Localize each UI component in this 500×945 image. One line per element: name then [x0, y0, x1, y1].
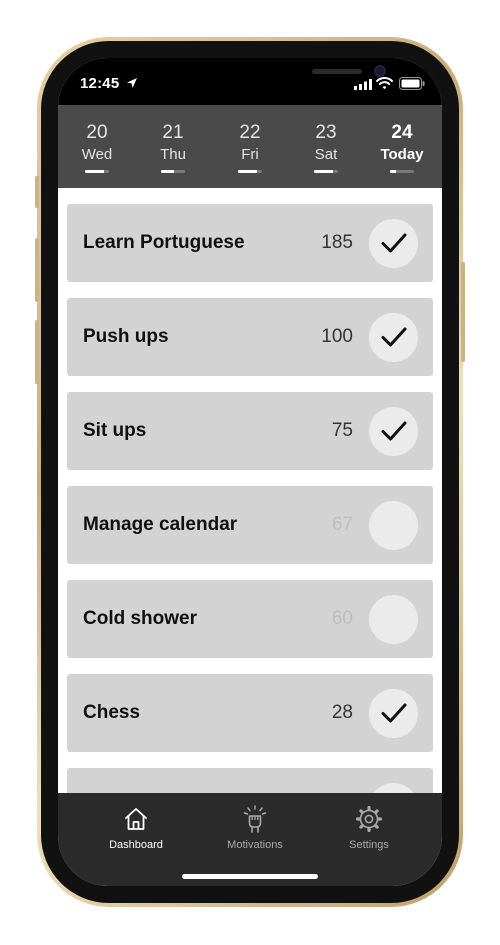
checkmark-icon: [381, 703, 407, 723]
habit-count: 100: [321, 326, 353, 347]
home-indicator[interactable]: [182, 874, 318, 879]
day-number: 22: [239, 122, 261, 143]
tab-label: Settings: [349, 839, 389, 851]
day-progress-bar: [238, 170, 262, 173]
status-time: 12:45: [80, 75, 120, 92]
home-icon: [125, 808, 147, 830]
tab-label: Dashboard: [109, 839, 163, 851]
habit-count: 60: [331, 608, 353, 629]
day-number: 23: [315, 122, 337, 143]
day-progress-fill: [238, 170, 258, 173]
habit-check-button[interactable]: [369, 219, 418, 268]
day-thu[interactable]: 21 Thu: [143, 122, 203, 178]
day-number: 21: [162, 122, 184, 143]
power-button: [461, 262, 465, 362]
tab-dashboard[interactable]: Dashboard: [81, 805, 191, 865]
gear-icon: [355, 805, 383, 833]
habit-name: Chess: [83, 702, 141, 723]
tab-bar: Dashboard Motivations Settings: [58, 793, 442, 886]
tab-label: Motivations: [227, 839, 283, 851]
day-progress-bar: [390, 170, 414, 173]
tab-motivations[interactable]: Motivations: [200, 805, 310, 865]
habit-row[interactable]: Sit ups 75: [67, 392, 433, 470]
habit-count: 67: [331, 514, 353, 535]
day-number: 20: [86, 122, 108, 143]
day-label: Sat: [314, 146, 338, 163]
day-progress-fill: [161, 170, 175, 173]
day-label: Today: [380, 146, 424, 163]
habit-name: Learn Portuguese: [83, 232, 245, 253]
habit-row[interactable]: Learn Portuguese 185: [67, 204, 433, 282]
habit-check-button[interactable]: [369, 595, 418, 644]
day-label: Thu: [160, 146, 186, 163]
day-today[interactable]: 24 Today: [372, 122, 432, 178]
day-progress-fill: [314, 170, 334, 173]
habit-name: Manage calendar: [83, 514, 238, 535]
day-progress-bar: [85, 170, 109, 173]
battery-icon: [399, 77, 425, 90]
habit-row-partial[interactable]: [67, 768, 433, 793]
volume-down-button: [35, 320, 39, 384]
day-number: 24: [391, 122, 413, 143]
speaker: [312, 69, 362, 74]
tab-settings[interactable]: Settings: [314, 805, 424, 865]
habit-check-button[interactable]: [369, 313, 418, 362]
day-selector: 20 Wed 21 Thu 22 Fri 23 Sat 24 Today: [58, 122, 442, 182]
day-wed[interactable]: 20 Wed: [67, 122, 127, 178]
habit-check-button[interactable]: [369, 407, 418, 456]
habit-name: Cold shower: [83, 608, 198, 629]
raised-fist-icon: [243, 805, 267, 833]
mute-switch: [35, 176, 39, 208]
habit-check-button[interactable]: [369, 501, 418, 550]
location-arrow-icon: [127, 78, 137, 88]
habit-name: Push ups: [83, 326, 169, 347]
habit-count: 28: [331, 702, 353, 723]
day-fri[interactable]: 22 Fri: [220, 122, 280, 178]
habit-count: 75: [331, 420, 353, 441]
habit-count: 185: [321, 232, 353, 253]
habit-list[interactable]: Learn Portuguese 185 Push ups 100 Sit up…: [58, 188, 442, 793]
habit-check-button[interactable]: [369, 689, 418, 738]
day-progress-fill: [85, 170, 105, 173]
habit-name: Sit ups: [83, 420, 147, 441]
day-progress-bar: [314, 170, 338, 173]
signal-icon: [354, 79, 372, 90]
checkmark-icon: [381, 233, 407, 253]
day-label: Wed: [81, 146, 113, 163]
checkmark-icon: [381, 421, 407, 441]
habit-row[interactable]: Push ups 100: [67, 298, 433, 376]
status-bar: 12:45: [58, 58, 442, 105]
checkmark-icon: [381, 327, 407, 347]
wifi-icon: [376, 77, 393, 90]
day-label: Fri: [241, 146, 259, 163]
habit-row[interactable]: Cold shower 60: [67, 580, 433, 658]
habit-row[interactable]: Chess 28: [67, 674, 433, 752]
volume-up-button: [35, 238, 39, 302]
day-sat[interactable]: 23 Sat: [296, 122, 356, 178]
day-progress-bar: [161, 170, 185, 173]
notch: [145, 58, 386, 90]
app-screen: 12:45 20 Wed 21 Thu 22 Fri 23 Sat 24 Tod…: [58, 58, 442, 886]
habit-row[interactable]: Manage calendar 67: [67, 486, 433, 564]
habit-check-button[interactable]: [369, 783, 418, 793]
day-progress-fill: [390, 170, 396, 173]
